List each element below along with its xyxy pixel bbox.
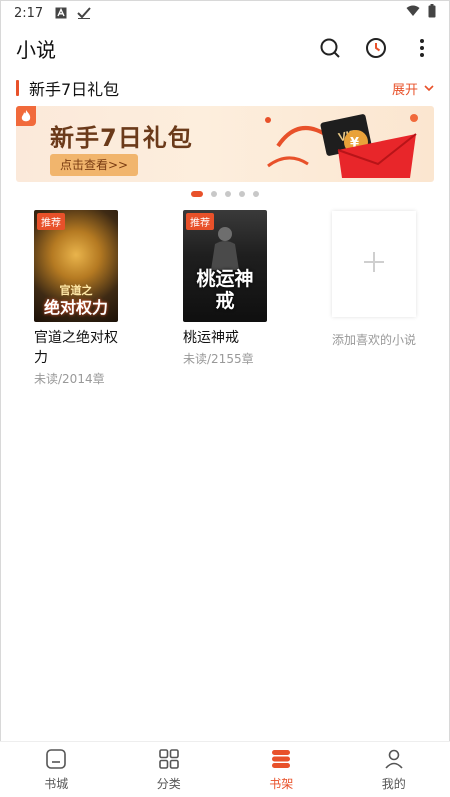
- profile-icon: [383, 748, 405, 773]
- cover-title: 绝对权力: [43, 298, 108, 317]
- carousel-dot[interactable]: [253, 191, 259, 197]
- add-book-button[interactable]: [332, 211, 416, 317]
- promo-section-header: 新手7日礼包 展开: [16, 76, 434, 100]
- book-cover[interactable]: 推荐 桃运神戒: [183, 210, 267, 322]
- more-icon[interactable]: [410, 36, 434, 60]
- bookshelf-icon: [270, 748, 292, 773]
- status-bar: 2:17: [0, 0, 450, 26]
- nav-label: 书城: [44, 776, 69, 791]
- flame-icon: [16, 106, 36, 126]
- carousel-dot[interactable]: [239, 191, 245, 197]
- recommend-badge: 推荐: [37, 213, 65, 230]
- section-marker: [16, 80, 19, 96]
- nav-label: 书架: [269, 776, 294, 791]
- carousel-dot[interactable]: [191, 191, 203, 197]
- book-item[interactable]: 推荐 官道之 绝对权力 官道之绝对权力 未读/2014章: [34, 210, 144, 387]
- banner-title: 新手7日礼包: [50, 124, 193, 152]
- cover-figure: [211, 227, 239, 270]
- book-progress: 未读/2014章: [34, 372, 105, 386]
- page-title: 小说: [16, 37, 56, 62]
- history-icon[interactable]: [364, 36, 388, 60]
- nav-item-bookshelf[interactable]: 书架: [225, 742, 338, 797]
- carousel-dot[interactable]: [225, 191, 231, 197]
- nav-item-category[interactable]: 分类: [113, 742, 226, 797]
- book-title[interactable]: 官道之绝对权力: [34, 328, 118, 368]
- plus-icon: [363, 251, 385, 277]
- expand-button[interactable]: 展开: [392, 79, 434, 98]
- category-icon: [158, 748, 180, 773]
- nav-item-bookstore[interactable]: 书城: [0, 742, 113, 797]
- book-title[interactable]: 桃运神戒: [183, 328, 267, 348]
- wifi-icon: [406, 5, 420, 21]
- cover-title: 桃运神戒: [196, 268, 254, 312]
- home-icon: [45, 748, 67, 773]
- bottom-navigation: 书城 分类 书架 我的: [0, 741, 450, 797]
- check-icon: [77, 7, 91, 19]
- app-header: 小说: [0, 30, 450, 66]
- a-icon: [55, 7, 67, 19]
- expand-label: 展开: [391, 82, 418, 98]
- promo-banner[interactable]: 新手7日礼包 点击查看>> VIP ¥: [16, 106, 434, 182]
- book-item[interactable]: 推荐 桃运神戒 桃运神戒 未读/2155章: [183, 210, 293, 367]
- carousel-dot[interactable]: [211, 191, 217, 197]
- banner-cta-button[interactable]: 点击查看>>: [50, 154, 139, 176]
- battery-icon: [428, 4, 436, 22]
- nav-item-profile[interactable]: 我的: [338, 742, 450, 797]
- promo-section-title: 新手7日礼包: [29, 80, 120, 99]
- chevron-down-icon: [424, 81, 434, 96]
- book-progress: 未读/2155章: [183, 352, 254, 366]
- nav-label: 分类: [156, 776, 181, 791]
- gift-illustration: VIP ¥: [265, 114, 418, 178]
- search-icon[interactable]: [318, 36, 342, 60]
- add-book-label: 添加喜欢的小说: [331, 333, 416, 347]
- book-cover[interactable]: 推荐 官道之 绝对权力: [34, 210, 118, 322]
- carousel-indicator: [0, 191, 450, 197]
- nav-label: 我的: [381, 776, 406, 791]
- status-time: 2:17: [14, 5, 44, 21]
